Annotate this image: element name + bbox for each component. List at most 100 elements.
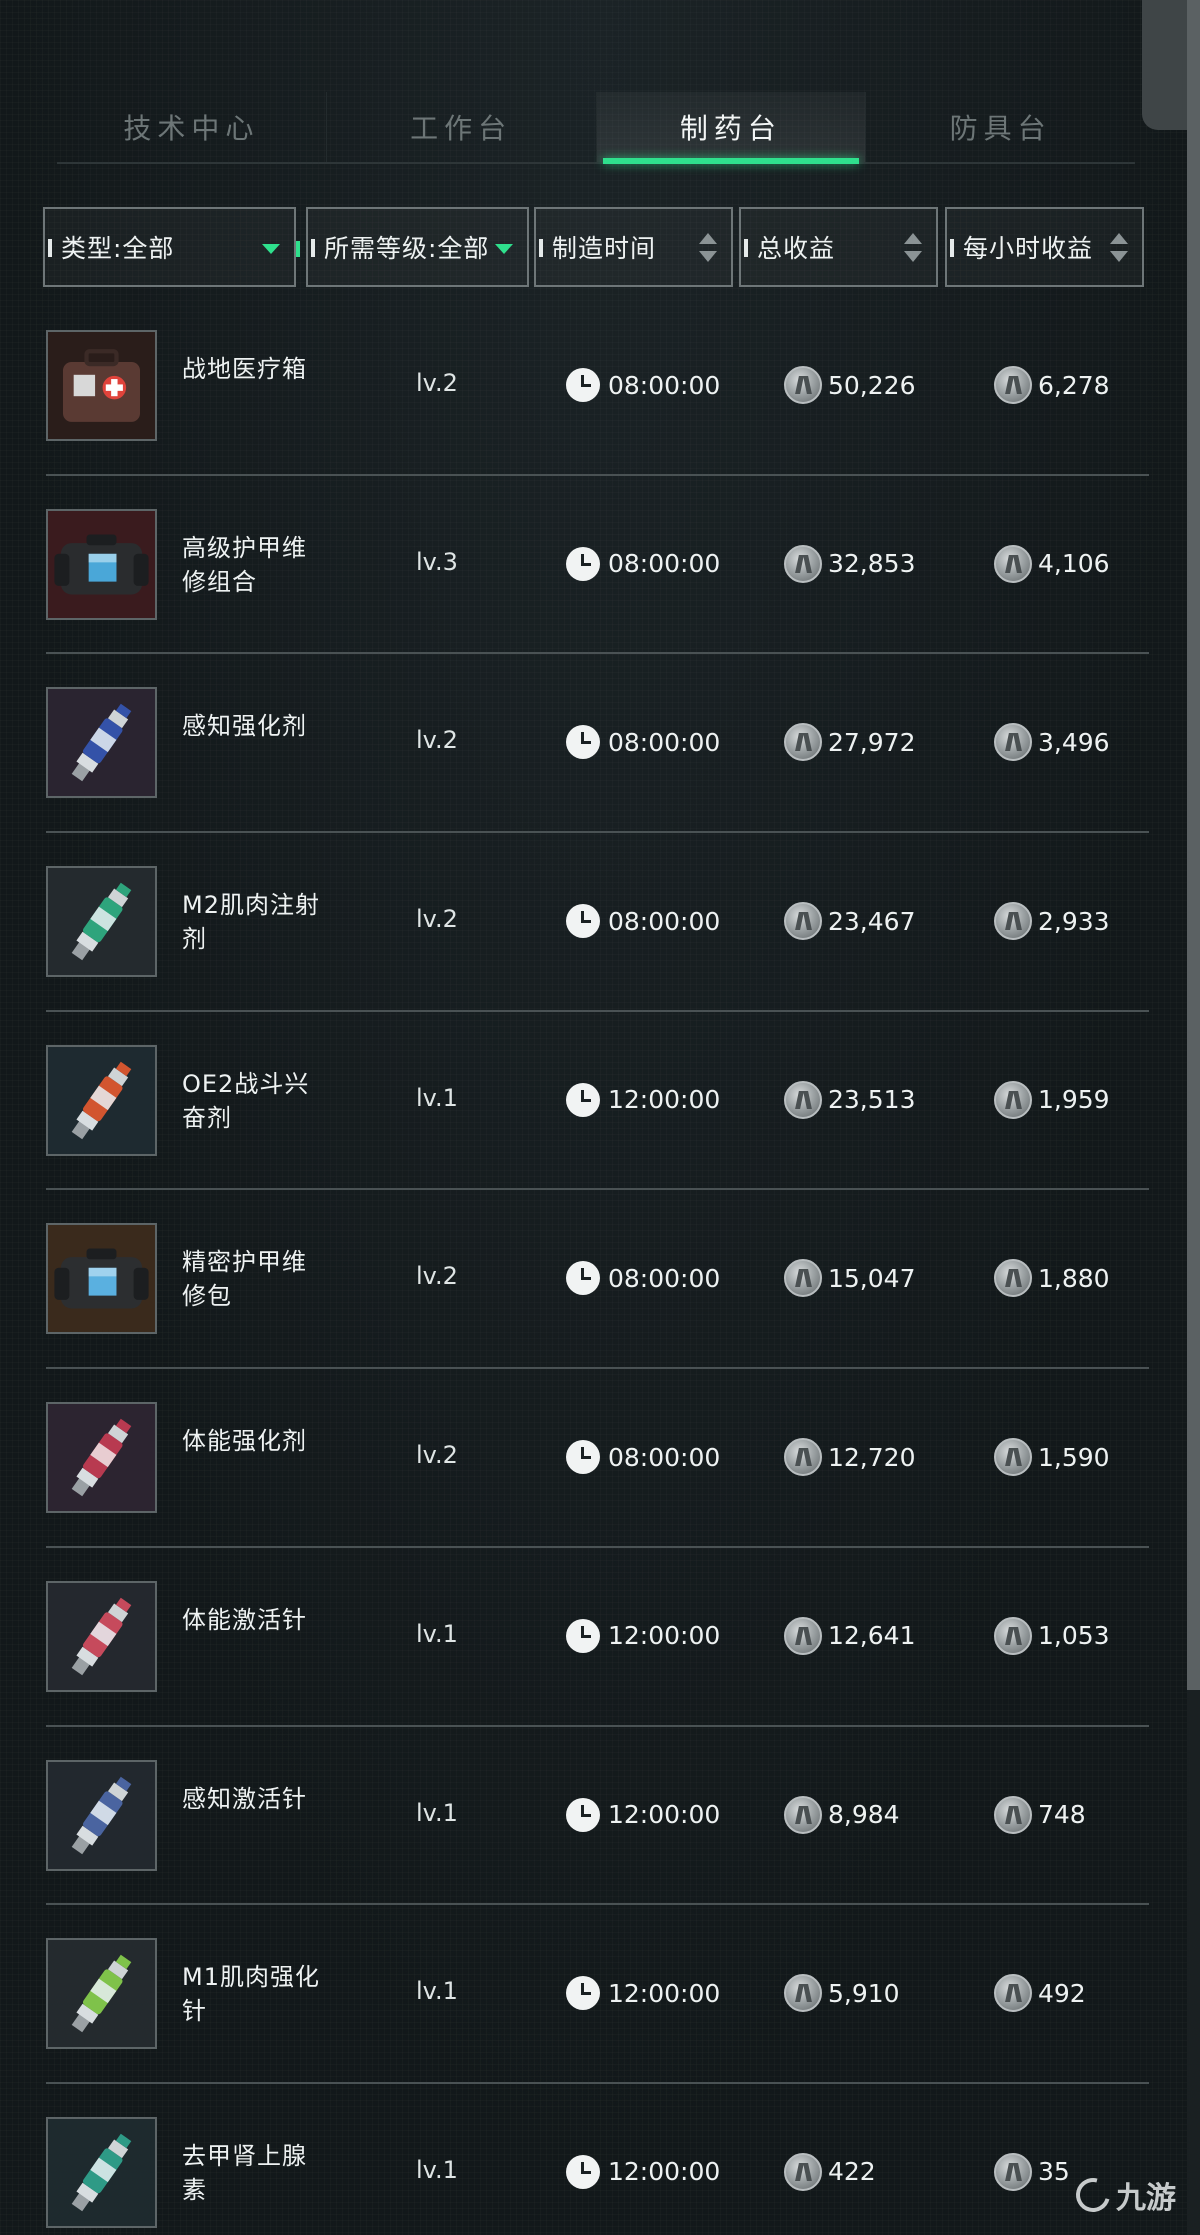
recipe-row[interactable]: 高级护甲维修组合 lv.3 08:00:00 32,853 4,106 <box>46 476 1149 655</box>
clock-icon <box>566 1440 600 1475</box>
item-name: 体能强化剂 <box>182 1427 307 1456</box>
required-level: lv.3 <box>416 547 458 576</box>
tab-tech-center[interactable]: 技术中心 <box>57 92 326 162</box>
total-profit: 23,467 <box>784 901 915 941</box>
scrollbar-track[interactable] <box>1187 0 1200 2235</box>
total-sort-label: 总收益 <box>757 234 836 263</box>
recipe-row[interactable]: 战地医疗箱 lv.2 08:00:00 50,226 6,278 <box>46 297 1149 476</box>
time-sort-button[interactable]: 制造时间 <box>534 207 733 287</box>
craft-time: 08:00:00 <box>566 365 720 405</box>
total-profit: 27,972 <box>784 722 915 762</box>
coin-icon <box>784 544 822 583</box>
injector-orange-icon <box>46 1044 157 1156</box>
hourly-sort-button[interactable]: 每小时收益 <box>945 207 1144 287</box>
chevron-down-icon <box>495 244 513 254</box>
hourly-profit-value: 492 <box>1038 1978 1086 2008</box>
clock-icon <box>566 1261 600 1296</box>
coin-icon <box>994 2152 1032 2191</box>
hourly-profit: 1,590 <box>994 1437 1110 1477</box>
total-profit: 422 <box>784 2152 876 2192</box>
item-name: 去甲肾上腺素 <box>182 2141 307 2204</box>
required-level: lv.1 <box>416 2155 458 2184</box>
recipe-row[interactable]: M2肌肉注射剂 lv.2 08:00:00 23,467 2,933 <box>46 833 1149 1012</box>
hourly-profit: 3,496 <box>994 722 1110 762</box>
hourly-profit: 35 <box>994 2152 1070 2192</box>
watermark: 九游 <box>1069 2171 1176 2219</box>
recipe-row[interactable]: OE2战斗兴奋剂 lv.1 12:00:00 23,513 1,959 <box>46 1012 1149 1191</box>
recipe-row[interactable]: 感知强化剂 lv.2 08:00:00 27,972 3,496 <box>46 654 1149 834</box>
craft-time-value: 08:00:00 <box>608 370 721 400</box>
item-name: OE2战斗兴奋剂 <box>182 1069 310 1132</box>
coin-icon <box>784 1080 822 1119</box>
craft-time-value: 12:00:00 <box>608 1800 721 1829</box>
level-filter-dropdown[interactable]: 所需等级:全部 <box>306 207 529 287</box>
injector-red-icon <box>46 1402 157 1514</box>
hourly-profit: 492 <box>994 1973 1086 2013</box>
craft-time-value: 08:00:00 <box>608 1442 721 1472</box>
craft-time: 12:00:00 <box>566 1080 720 1120</box>
total-profit-value: 8,984 <box>828 1800 900 1829</box>
coin-icon <box>994 1795 1032 1834</box>
hourly-profit-value: 748 <box>1038 1800 1086 1829</box>
item-name: 感知强化剂 <box>182 712 307 741</box>
recipe-row[interactable]: M1肌肉强化针 lv.1 12:00:00 5,910 492 <box>46 1905 1149 2084</box>
hourly-profit: 748 <box>994 1795 1086 1835</box>
coin-icon <box>784 366 822 404</box>
injector-slate-icon <box>46 1759 157 1871</box>
recipe-row[interactable]: 精密护甲维修包 lv.2 08:00:00 15,047 1,880 <box>46 1190 1149 1370</box>
craft-time-value: 12:00:00 <box>608 2157 721 2187</box>
recipe-row[interactable]: 感知激活针 lv.1 12:00:00 8,984 748 <box>46 1727 1149 1906</box>
coin-icon <box>784 1438 822 1477</box>
hourly-profit-value: 4,106 <box>1038 549 1110 579</box>
medkit-icon <box>46 330 157 441</box>
coin-icon <box>994 1616 1032 1655</box>
hourly-profit-value: 1,590 <box>1038 1442 1110 1472</box>
required-level: lv.1 <box>416 1619 458 1648</box>
tab-workbench[interactable]: 工作台 <box>325 92 596 162</box>
item-name: M1肌肉强化针 <box>182 1963 320 2026</box>
sort-icon <box>904 233 922 265</box>
clock-icon <box>566 2154 600 2189</box>
level-filter-label: 所需等级:全部 <box>324 234 490 263</box>
total-profit-value: 23,467 <box>828 906 916 936</box>
item-name: 体能激活针 <box>182 1605 307 1634</box>
coin-icon <box>784 1795 822 1834</box>
hourly-profit: 1,959 <box>994 1080 1110 1120</box>
total-profit-value: 422 <box>828 2157 876 2187</box>
recipe-row[interactable]: 体能强化剂 lv.2 08:00:00 12,720 1,590 <box>46 1369 1149 1548</box>
sort-icon <box>699 233 717 265</box>
hourly-profit: 1,053 <box>994 1616 1110 1656</box>
total-profit-value: 32,853 <box>828 549 916 579</box>
tab-pharmacy[interactable]: 制药台 <box>595 92 866 164</box>
item-name: M2肌肉注射剂 <box>182 891 320 954</box>
craft-time: 12:00:00 <box>566 1616 720 1656</box>
filter-bar: 类型:全部 所需等级:全部 制造时间 总收益 每小时收益 <box>43 207 1144 287</box>
type-filter-dropdown[interactable]: 类型:全部 <box>43 207 300 287</box>
coin-icon <box>784 1974 822 2013</box>
injector-lime-icon <box>46 1938 157 2050</box>
scrollbar-thumb[interactable] <box>1187 0 1200 1690</box>
clock-icon <box>566 1976 600 2011</box>
recipe-row[interactable]: 去甲肾上腺素 lv.1 12:00:00 422 35 <box>46 2084 1149 2235</box>
coin-icon <box>994 1438 1032 1477</box>
craft-time-value: 08:00:00 <box>608 1263 721 1293</box>
required-level: lv.2 <box>416 726 458 755</box>
craft-time: 08:00:00 <box>566 722 720 762</box>
total-profit-value: 27,972 <box>828 727 916 757</box>
craft-time: 08:00:00 <box>566 1258 720 1298</box>
total-profit: 32,853 <box>784 544 915 584</box>
total-profit-value: 15,047 <box>828 1263 916 1293</box>
coin-icon <box>994 1259 1032 1298</box>
total-sort-button[interactable]: 总收益 <box>739 207 938 287</box>
tab-armor-bench[interactable]: 防具台 <box>865 92 1135 162</box>
coin-icon <box>994 366 1032 404</box>
type-filter-label: 类型:全部 <box>61 234 175 263</box>
craft-time: 12:00:00 <box>566 1795 720 1835</box>
recipe-row[interactable]: 体能激活针 lv.1 12:00:00 12,641 1,053 <box>46 1548 1149 1727</box>
coin-icon <box>994 1974 1032 2013</box>
total-profit-value: 50,226 <box>828 370 916 400</box>
total-profit: 23,513 <box>784 1080 915 1120</box>
required-level: lv.2 <box>416 369 458 397</box>
injector-teal-icon <box>46 2116 157 2228</box>
item-name: 精密护甲维修包 <box>182 1248 307 1311</box>
